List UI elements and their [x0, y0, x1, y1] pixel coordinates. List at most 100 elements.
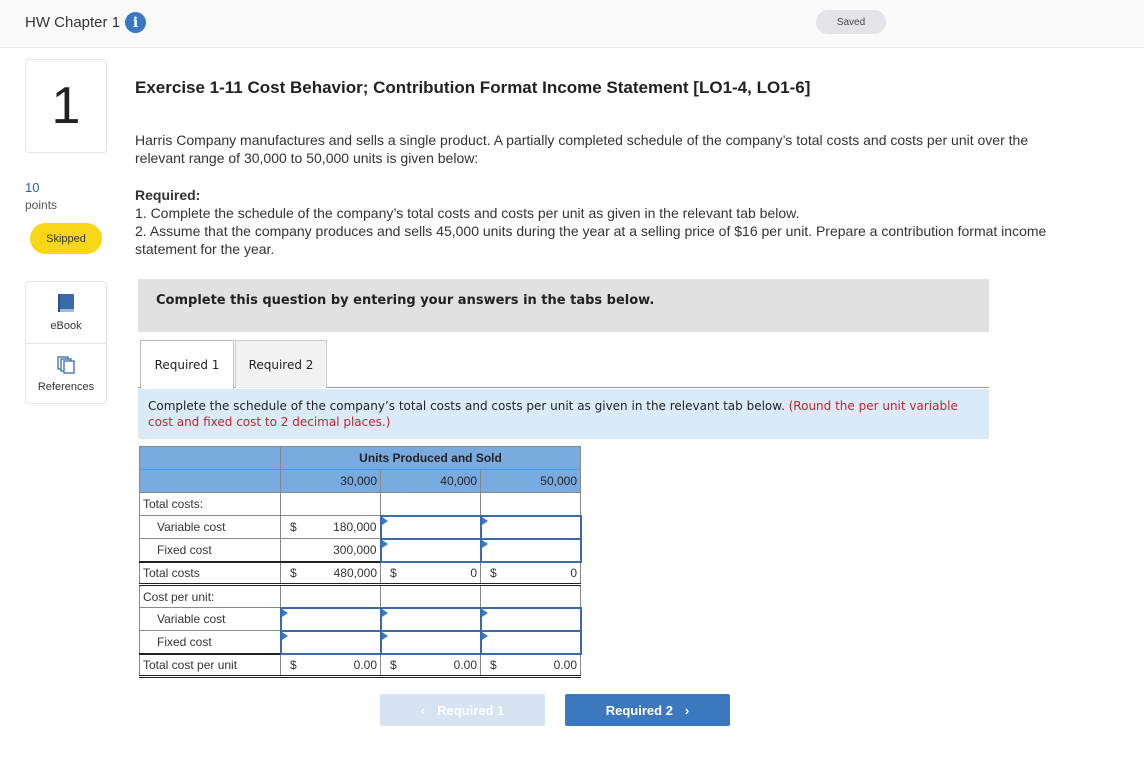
table-row: Total costs: [139, 492, 581, 516]
unit-variable-30000-input[interactable] [279, 606, 382, 632]
prev-tab-label: Required 1 [437, 702, 505, 718]
total-costs-30000: $480,000 [280, 560, 381, 585]
required-item-1: 1. Complete the schedule of the company’… [135, 205, 800, 221]
table-column-row: 30,000 40,000 50,000 [139, 469, 581, 493]
top-bar: HW Chapter 1 i Saved [0, 0, 1144, 48]
resources-panel: eBook References [25, 281, 107, 404]
references-icon [57, 355, 75, 377]
table-row: Fixed cost [139, 629, 582, 655]
points-value: 10 [25, 180, 40, 195]
book-icon [57, 293, 75, 316]
currency-symbol: $ [290, 657, 297, 672]
unit-fixed-30000-input[interactable] [279, 629, 382, 655]
fixed-cost-label: Fixed cost [139, 538, 281, 562]
question-intro: Harris Company manufactures and sells a … [135, 132, 1029, 166]
cell-value: 0 [470, 565, 477, 580]
unit-variable-cost-label: Variable cost [139, 607, 281, 631]
unit-variable-30000-field[interactable] [284, 609, 377, 629]
header-blank [139, 446, 281, 470]
required-section: Required: 1. Complete the schedule of th… [135, 186, 1075, 258]
column-40000: 40,000 [380, 469, 481, 493]
fixed-cost-30000: 300,000 [280, 538, 381, 562]
total-costs-40000: $0 [380, 560, 481, 585]
table-row: Variable cost [139, 606, 582, 632]
cell-value: 180,000 [333, 520, 377, 534]
unit-fixed-50000-input[interactable] [479, 629, 582, 655]
ebook-button[interactable]: eBook [26, 282, 106, 343]
currency-symbol: $ [490, 657, 497, 672]
unit-variable-40000-input[interactable] [379, 606, 482, 632]
question-status-badge: Skipped [30, 223, 102, 254]
info-icon[interactable]: i [125, 12, 147, 33]
total-per-unit-40000: $0.00 [380, 652, 481, 678]
table-header-row: Units Produced and Sold [139, 446, 581, 470]
fixed-cost-40000-input[interactable] [379, 537, 482, 563]
next-tab-label: Required 2 [605, 702, 673, 718]
cell-value: 0.00 [453, 657, 477, 672]
prev-tab-button[interactable]: ‹ Required 1 [380, 694, 545, 726]
fixed-cost-40000-field[interactable] [384, 540, 477, 560]
currency-symbol: $ [290, 565, 297, 580]
currency-symbol: $ [390, 565, 397, 580]
required-item-2: 2. Assume that the company produces and … [135, 223, 1047, 257]
references-button[interactable]: References [26, 343, 106, 404]
chevron-left-icon: ‹ [420, 702, 426, 718]
tab-instructions: Complete the schedule of the company’s t… [138, 389, 989, 439]
table-row: Fixed cost 300,000 [139, 537, 582, 563]
currency-symbol: $ [390, 657, 397, 672]
total-per-unit-30000: $0.00 [280, 652, 381, 678]
total-costs-section-label: Total costs: [139, 492, 281, 516]
cost-schedule-table: Units Produced and Sold 30,000 40,000 50… [139, 446, 582, 678]
cell-value: 0.00 [353, 657, 377, 672]
variable-cost-50000-field[interactable] [484, 517, 577, 537]
column-50000: 50,000 [480, 469, 581, 493]
ebook-label: eBook [50, 320, 82, 332]
tab-instruction-text: Complete the schedule of the company’s t… [148, 399, 785, 413]
points-label: points [25, 198, 58, 212]
unit-fixed-50000-field[interactable] [484, 632, 577, 652]
unit-variable-50000-input[interactable] [479, 606, 582, 632]
variable-cost-label: Variable cost [139, 515, 281, 539]
assignment-title: HW Chapter 1 [25, 14, 121, 31]
table-row: Variable cost $180,000 [139, 514, 582, 540]
cell-value: 0 [570, 565, 577, 580]
cell-value: 0.00 [553, 657, 577, 672]
tab-required-2[interactable]: Required 2 [235, 340, 327, 388]
tab-bar: Required 1 Required 2 [138, 340, 989, 389]
cell-value: 480,000 [333, 565, 377, 580]
table-row: Total cost per unit $0.00 $0.00 $0.00 [139, 652, 581, 678]
cost-per-unit-section-label: Cost per unit: [139, 583, 281, 608]
header-blank [139, 469, 281, 493]
variable-cost-30000: $180,000 [280, 515, 381, 539]
next-tab-button[interactable]: Required 2 › [565, 694, 730, 726]
chevron-right-icon: › [684, 702, 690, 718]
unit-variable-40000-field[interactable] [384, 609, 477, 629]
unit-fixed-30000-field[interactable] [284, 632, 377, 652]
tab-required-1[interactable]: Required 1 [140, 340, 234, 389]
required-heading: Required: [135, 187, 201, 203]
unit-fixed-40000-field[interactable] [384, 632, 477, 652]
fixed-cost-50000-input[interactable] [479, 537, 582, 563]
total-cost-per-unit-label: Total cost per unit [139, 652, 281, 678]
currency-symbol: $ [290, 520, 297, 534]
instructions-banner: Complete this question by entering your … [138, 279, 989, 332]
total-costs-label: Total costs [139, 560, 281, 585]
variable-cost-40000-field[interactable] [384, 517, 477, 537]
variable-cost-40000-input[interactable] [379, 514, 482, 540]
question-number: 1 [25, 59, 107, 153]
fixed-cost-50000-field[interactable] [484, 540, 577, 560]
references-label: References [37, 380, 95, 393]
unit-fixed-cost-label: Fixed cost [139, 630, 281, 654]
units-produced-header: Units Produced and Sold [280, 446, 581, 470]
variable-cost-50000-input[interactable] [479, 514, 582, 540]
unit-variable-50000-field[interactable] [484, 609, 577, 629]
total-costs-50000: $0 [480, 560, 581, 585]
currency-symbol: $ [490, 565, 497, 580]
exercise-title: Exercise 1-11 Cost Behavior; Contributio… [135, 78, 811, 97]
total-per-unit-50000: $0.00 [480, 652, 581, 678]
assignment-title-group: HW Chapter 1 i [25, 12, 147, 33]
column-30000: 30,000 [280, 469, 381, 493]
unit-fixed-40000-input[interactable] [379, 629, 482, 655]
save-status-badge: Saved [816, 10, 886, 34]
table-row: Cost per unit: [139, 583, 581, 608]
